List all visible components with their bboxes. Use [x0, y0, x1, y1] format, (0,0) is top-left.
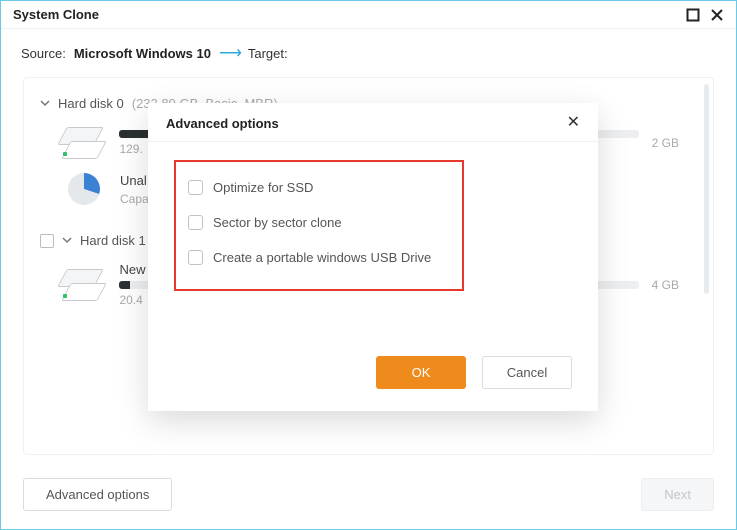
titlebar: System Clone	[1, 1, 736, 29]
footer: Advanced options Next	[1, 464, 736, 529]
window-controls	[686, 8, 724, 22]
option-label: Sector by sector clone	[213, 215, 342, 230]
dialog-footer: OK Cancel	[148, 356, 598, 411]
disk-checkbox[interactable]	[40, 234, 54, 248]
source-target-row: Source: Microsoft Windows 10 ⟶ Target:	[1, 29, 736, 77]
volume-size: 4 GB	[647, 278, 697, 292]
drive-icon	[62, 125, 105, 161]
checkbox[interactable]	[188, 250, 203, 265]
option-label: Optimize for SSD	[213, 180, 313, 195]
next-button[interactable]: Next	[641, 478, 714, 511]
checkbox[interactable]	[188, 180, 203, 195]
target-label: Target:	[248, 46, 288, 61]
advanced-options-button[interactable]: Advanced options	[23, 478, 172, 511]
dialog-title: Advanced options	[166, 116, 279, 131]
maximize-icon[interactable]	[686, 8, 700, 22]
disk-title: Hard disk 1	[80, 233, 146, 248]
option-label: Create a portable windows USB Drive	[213, 250, 431, 265]
ok-button[interactable]: OK	[376, 356, 466, 389]
dialog-body: Optimize for SSD Sector by sector clone …	[148, 142, 598, 356]
option-sector-clone[interactable]: Sector by sector clone	[188, 205, 450, 240]
arrow-right-icon: ⟶	[219, 43, 240, 63]
volume-body: Unal Capa	[120, 173, 149, 206]
advanced-options-dialog: Advanced options ✕ Optimize for SSD Sect…	[148, 103, 598, 411]
cancel-button[interactable]: Cancel	[482, 356, 572, 389]
disk-title: Hard disk 0	[58, 96, 124, 111]
volume-subtext: Capa	[120, 192, 149, 206]
close-icon[interactable]	[710, 8, 724, 22]
dialog-header: Advanced options ✕	[148, 103, 598, 142]
source-value: Microsoft Windows 10	[74, 46, 211, 61]
window-title: System Clone	[13, 7, 99, 22]
checkbox[interactable]	[188, 215, 203, 230]
volume-name: Unal	[120, 173, 149, 188]
chevron-down-icon	[62, 233, 72, 248]
source-label: Source:	[21, 46, 66, 61]
pie-chart-icon	[68, 173, 100, 205]
scrollbar[interactable]	[704, 84, 709, 294]
chevron-down-icon	[40, 96, 50, 111]
close-icon[interactable]: ✕	[567, 115, 580, 131]
drive-icon	[62, 267, 105, 303]
option-optimize-ssd[interactable]: Optimize for SSD	[188, 170, 450, 205]
option-portable-usb[interactable]: Create a portable windows USB Drive	[188, 240, 450, 275]
app-window: System Clone Source: Microsoft Windows 1…	[0, 0, 737, 530]
volume-size: 2 GB	[647, 136, 697, 150]
options-group-highlight: Optimize for SSD Sector by sector clone …	[174, 160, 464, 291]
